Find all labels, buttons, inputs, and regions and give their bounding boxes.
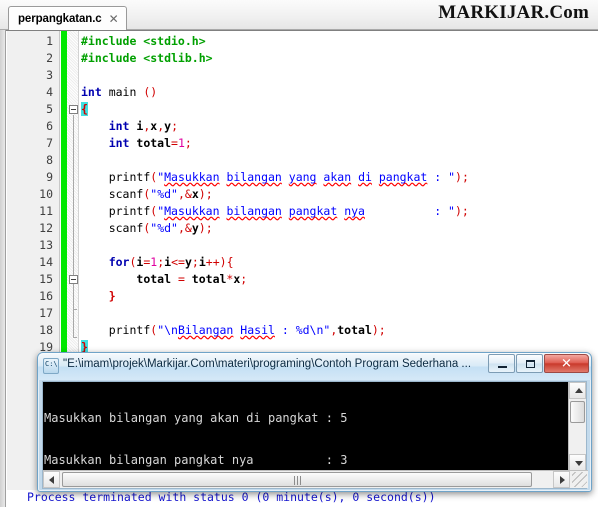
horizontal-scroll-thumb[interactable] xyxy=(62,472,532,487)
code-line-18: printf("\nBilangan Hasil : %d\n",total); xyxy=(108,323,386,337)
console-title-bar[interactable]: "E:\imam\projek\Markijar.Com\materi\prog… xyxy=(38,353,591,380)
console-title-text: "E:\imam\projek\Markijar.Com\materi\prog… xyxy=(63,358,472,370)
scroll-down-icon[interactable] xyxy=(569,454,586,471)
line-number: 16 xyxy=(39,289,53,303)
close-button[interactable]: ✕ xyxy=(544,354,589,373)
console-vertical-scrollbar[interactable] xyxy=(568,382,586,471)
line-number: 4 xyxy=(46,85,53,99)
line-number: 11 xyxy=(39,204,53,218)
line-number: 3 xyxy=(46,68,53,82)
code-line-7: int total=1; xyxy=(108,136,192,150)
code-line-5: { xyxy=(81,102,88,116)
editor-left-frame xyxy=(0,30,6,507)
close-icon[interactable]: ✕ xyxy=(109,13,119,25)
code-line-4: int main () xyxy=(81,85,158,99)
console-window[interactable]: "E:\imam\projek\Markijar.Com\materi\prog… xyxy=(37,352,592,492)
code-line-11: printf("Masukkan bilangan pangkat nya : … xyxy=(108,204,469,218)
close-icon: ✕ xyxy=(561,356,572,371)
line-number: 17 xyxy=(39,306,53,320)
minimize-icon xyxy=(498,366,507,368)
line-number: 18 xyxy=(39,323,53,337)
code-line-16: } xyxy=(108,289,116,303)
console-body: Masukkan bilangan yang akan di pangkat :… xyxy=(42,381,588,489)
tab-perpangkatan-c[interactable]: perpangkatan.c ✕ xyxy=(8,6,127,30)
build-log-message: Process terminated with status 0 (0 minu… xyxy=(7,490,598,507)
line-number: 12 xyxy=(39,221,53,235)
code-line-6: int i,x,y; xyxy=(108,119,179,133)
code-line-9: printf("Masukkan bilangan yang akan di p… xyxy=(108,170,469,184)
fold-guide-line xyxy=(73,285,74,309)
minimize-button[interactable] xyxy=(488,354,515,373)
code-line-1: #include <stdio.h> xyxy=(81,34,206,48)
line-number: 8 xyxy=(46,153,53,167)
resize-grip-icon[interactable] xyxy=(572,472,587,487)
editor-tab-strip: perpangkatan.c ✕ xyxy=(8,4,127,30)
console-output-line: Masukkan bilangan pangkat nya : 3 xyxy=(44,453,348,467)
line-number: 15 xyxy=(39,272,53,286)
fold-guide-elbow xyxy=(73,337,77,338)
window-controls: ✕ xyxy=(488,354,589,373)
maximize-button[interactable] xyxy=(516,354,543,373)
scroll-up-icon[interactable] xyxy=(569,382,586,399)
vertical-scroll-thumb[interactable] xyxy=(570,401,585,423)
ide-top-bar: perpangkatan.c ✕ MARKIJAR.Com xyxy=(0,0,598,30)
fold-toggle-main[interactable] xyxy=(69,105,78,114)
console-horizontal-scrollbar[interactable] xyxy=(43,470,588,488)
line-number: 9 xyxy=(46,170,53,184)
console-output-line: Masukkan bilangan yang akan di pangkat :… xyxy=(44,411,348,425)
line-number: 14 xyxy=(39,255,53,269)
fold-guide-elbow xyxy=(73,309,77,310)
line-number: 7 xyxy=(46,136,53,150)
tab-label: perpangkatan.c xyxy=(18,12,102,25)
console-output[interactable]: Masukkan bilangan yang akan di pangkat :… xyxy=(43,382,570,471)
cpp-ide-window: perpangkatan.c ✕ MARKIJAR.Com 1 2 3 4 5 … xyxy=(0,0,598,507)
code-line-15: total = total*x; xyxy=(136,272,248,286)
code-line-14: for(i=1;i<=y;i++){ xyxy=(108,255,234,269)
line-number: 10 xyxy=(39,187,53,201)
line-number: 2 xyxy=(46,51,53,65)
console-app-icon xyxy=(43,358,59,374)
line-number: 1 xyxy=(46,34,53,48)
brand-watermark: MARKIJAR.Com xyxy=(438,2,589,23)
line-number: 5 xyxy=(46,102,53,116)
code-line-2: #include <stdlib.h> xyxy=(81,51,213,65)
scroll-right-icon[interactable] xyxy=(553,471,570,488)
line-number: 13 xyxy=(39,238,53,252)
code-line-10: scanf("%d",&x); xyxy=(108,187,213,201)
maximize-icon xyxy=(526,360,535,368)
line-number: 6 xyxy=(46,119,53,133)
code-line-12: scanf("%d",&y); xyxy=(108,221,213,235)
scroll-left-icon[interactable] xyxy=(43,471,60,488)
fold-toggle-for[interactable] xyxy=(69,275,78,284)
